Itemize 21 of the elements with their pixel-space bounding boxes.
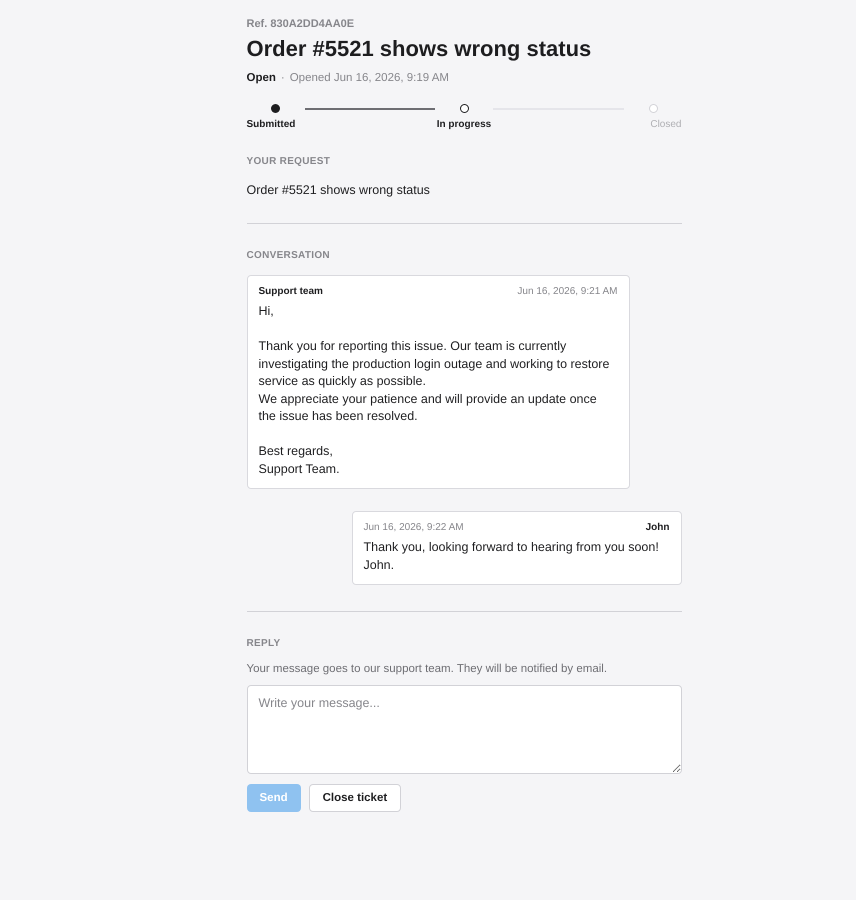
message-text: Thank you, looking forward to hearing from you soon! John. (364, 539, 660, 574)
message-author: John (646, 522, 670, 533)
separator-dot: · (280, 72, 285, 84)
step-label: Closed (650, 119, 682, 130)
message-text: Hi, Thank you for reporting this issue. Our team is currently investigating the production login outage and working to restore service as quickly as possible. We appreciate your patience and will provide an update once the issue has been resolved. Best regards, Support Team. (258, 303, 610, 478)
section-heading: CONVERSATION (246, 250, 331, 261)
step-label: Submitted (246, 119, 296, 130)
status-label: Open (246, 72, 276, 84)
opened-date: Opened Jun 16, 2026, 9:19 AM (290, 72, 449, 84)
message-time: Jun 16, 2026, 9:21 AM (517, 286, 618, 297)
request-text: Order #5521 shows wrong status (246, 183, 431, 197)
message-author: Support team (258, 286, 323, 297)
section-heading: YOUR REQUEST (246, 156, 332, 167)
reply-hint: Your message goes to our support team. They will be notified by email. (246, 663, 608, 675)
step-label: In progress (436, 119, 492, 130)
message-field[interactable]: Write your message... (246, 685, 682, 774)
section-heading: REPLY (246, 638, 282, 649)
ticket-title: Order #5521 shows wrong status (246, 36, 592, 62)
ticket-reference: Ref. 830A2DD4AA0E (246, 18, 356, 30)
message-time: Jun 16, 2026, 9:22 AM (364, 522, 464, 533)
close-ticket-button[interactable]: Close ticket (308, 784, 402, 812)
